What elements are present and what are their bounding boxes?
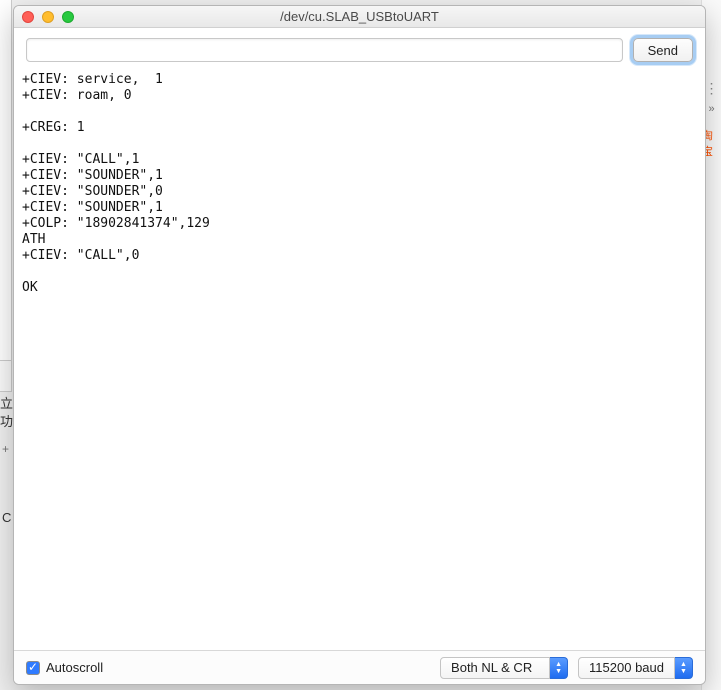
send-button[interactable]: Send bbox=[633, 38, 693, 62]
command-input[interactable] bbox=[26, 38, 623, 62]
updown-arrows-icon[interactable]: ▲▼ bbox=[550, 657, 568, 679]
autoscroll-checkbox[interactable] bbox=[26, 661, 40, 675]
baud-rate-select[interactable]: 115200 baud ▲▼ bbox=[578, 657, 693, 679]
minimize-icon[interactable] bbox=[42, 11, 54, 23]
window-title: /dev/cu.SLAB_USBtoUART bbox=[14, 9, 705, 24]
background-plus-icon: + bbox=[2, 442, 9, 456]
chevrons-right-icon: » bbox=[708, 103, 714, 115]
background-left-divider bbox=[0, 360, 12, 392]
footer-bar: Autoscroll Both NL & CR ▲▼ 115200 baud ▲… bbox=[14, 650, 705, 684]
close-icon[interactable] bbox=[22, 11, 34, 23]
window-traffic-lights bbox=[22, 11, 74, 23]
autoscroll-toggle[interactable]: Autoscroll bbox=[26, 660, 103, 675]
serial-monitor-window: /dev/cu.SLAB_USBtoUART Send +CIEV: servi… bbox=[13, 5, 706, 685]
window-titlebar[interactable]: /dev/cu.SLAB_USBtoUART bbox=[14, 6, 705, 28]
baud-rate-value: 115200 baud bbox=[578, 657, 675, 679]
updown-arrows-icon[interactable]: ▲▼ bbox=[675, 657, 693, 679]
line-ending-select[interactable]: Both NL & CR ▲▼ bbox=[440, 657, 568, 679]
zoom-icon[interactable] bbox=[62, 11, 74, 23]
autoscroll-label: Autoscroll bbox=[46, 660, 103, 675]
background-c-char: C bbox=[2, 510, 11, 525]
serial-output[interactable]: +CIEV: service, 1 +CIEV: roam, 0 +CREG: … bbox=[14, 70, 705, 650]
kebab-icon: ⋮ bbox=[705, 80, 719, 97]
line-ending-value: Both NL & CR bbox=[440, 657, 550, 679]
background-left-panel bbox=[0, 0, 12, 360]
send-row: Send bbox=[14, 28, 705, 70]
